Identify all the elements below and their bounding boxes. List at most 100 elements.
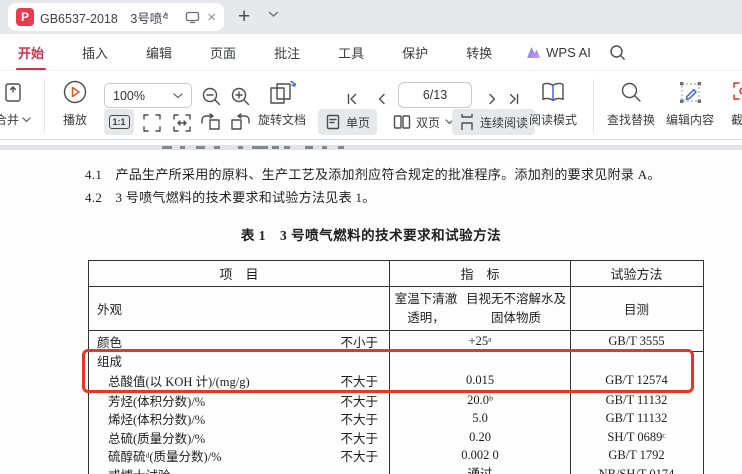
find-replace-button[interactable]: 查找替换 — [601, 78, 661, 128]
table-row: 组成 — [89, 352, 703, 369]
menu-item-edit[interactable]: 编辑 — [142, 41, 176, 64]
table-body: 外观 室温下清澈透明， 目视无不溶解水及固体物质 目测 颜色 不小于 +25ᵃ GB… — [89, 287, 703, 474]
edit-content-button[interactable]: 编辑内容 — [660, 78, 720, 128]
cell-indicator: 20.0ᵇ — [390, 391, 571, 410]
cell-item: 外观 — [97, 303, 123, 317]
header-method: 试验方法 — [610, 267, 663, 282]
screen-share-icon[interactable] — [185, 11, 200, 24]
table-row: 总硫(质量分数)/% 不大于 0.20 SH/T 0689ᶜ — [89, 428, 703, 447]
new-tab-button[interactable]: + — [238, 4, 250, 30]
cell-indicator: 通过 — [390, 465, 571, 474]
header-item: 项 目 — [89, 261, 390, 286]
prev-page-button[interactable] — [370, 87, 394, 111]
menu-item-page[interactable]: 页面 — [206, 41, 240, 64]
menu-item-comment[interactable]: 批注 — [270, 41, 304, 64]
cell-indicator: 0.20 — [390, 428, 571, 447]
paragraph-4-1: 4.1 产品生产所采用的原料、生产工艺及添加剂应符合规定的批准程序。添加剂的要求… — [85, 167, 661, 182]
technical-requirements-table: 项 目 指 标 试验方法 外观 室温下清澈透明， 目视无不溶解水及固体物质 目测 … — [88, 260, 704, 474]
zoom-out-button[interactable] — [199, 84, 223, 108]
cell-qualifier: 不大于 — [340, 374, 378, 389]
cell-qualifier: 不大于 — [340, 394, 378, 409]
edit-content-icon — [679, 78, 702, 106]
zoom-in-button[interactable] — [228, 84, 252, 108]
wps-ai-button[interactable]: WPS AI — [526, 45, 591, 60]
menu-item-convert[interactable]: 转换 — [462, 41, 496, 64]
merge-button[interactable]: 合并 — [0, 78, 42, 128]
book-icon — [540, 78, 566, 106]
tab-title: GB6537-2018 3号喷气燃料 — [40, 11, 168, 26]
cell-qualifier: 不大于 — [340, 450, 378, 465]
clipped-text-remnant — [0, 145, 742, 150]
play-icon — [62, 78, 88, 106]
screenshot-button[interactable]: 截图 — [716, 78, 742, 128]
find-replace-icon — [619, 78, 643, 106]
table-row: 芳烃(体积分数)/% 不大于 20.0ᵇ GB/T 11132 — [89, 391, 703, 410]
cell-method: 目测 — [623, 303, 649, 317]
menu-item-tools[interactable]: 工具 — [334, 41, 368, 64]
cell-item: 硫醇硫ᵈ(质量分数)/% — [108, 450, 222, 465]
cell-method — [571, 352, 702, 369]
table-row: 硫醇硫ᵈ(质量分数)/% 不大于 0.002 0 GB/T 1792 — [89, 446, 703, 465]
cell-item: 颜色 — [97, 335, 123, 350]
cell-method: SH/T 0689ᶜ — [607, 429, 666, 444]
screenshot-icon — [732, 78, 742, 106]
menu-item-protect[interactable]: 保护 — [398, 41, 432, 64]
continuous-read-icon — [459, 114, 475, 130]
fit-page-button[interactable] — [140, 111, 164, 135]
first-page-button[interactable] — [340, 87, 364, 111]
cell-method: GB/T 1792 — [608, 448, 665, 463]
rotate-document-icon — [267, 78, 297, 106]
chevron-down-icon — [173, 92, 183, 98]
single-page-button[interactable]: 单页 — [318, 109, 378, 135]
cell-indicator: 室温下清澈透明， 目视无不溶解水及固体物质 — [390, 287, 571, 330]
cell-indicator: 0.002 0 — [390, 446, 571, 465]
document-area: 4.1 产品生产所采用的原料、生产工艺及添加剂应符合规定的批准程序。添加剂的要求… — [0, 140, 742, 474]
cell-item: 或博士试验 — [108, 465, 171, 474]
cell-indicator: 0.015 — [390, 369, 571, 391]
single-page-icon — [325, 114, 341, 130]
header-indicator: 指 标 — [390, 261, 571, 286]
cell-item: 组成 — [97, 355, 123, 369]
table-row: 或博士试验 通过 NB/SH/T 0174 — [89, 465, 703, 474]
table-row: 颜色 不小于 +25ᵃ GB/T 3555 — [89, 331, 703, 352]
cell-item: 烯烃(体积分数)/% — [108, 413, 206, 428]
double-page-button[interactable]: 双页 — [386, 109, 461, 135]
page-number-input[interactable]: 6/13 — [398, 82, 472, 108]
wps-pdf-window: P GB6537-2018 3号喷气燃料 × + 开始 插入 编辑 页面 批注 工具 保护 转… — [0, 0, 742, 474]
cell-method: GB/T 3555 — [608, 333, 665, 348]
document-tab[interactable]: P GB6537-2018 3号喷气燃料 × — [8, 3, 224, 31]
cell-method: GB/T 12574 — [605, 372, 668, 387]
continuous-read-button[interactable]: 连续阅读 — [452, 109, 536, 135]
merge-icon — [3, 78, 23, 106]
rotate-right-button[interactable] — [228, 111, 252, 135]
zoom-level-select[interactable]: 100% — [104, 83, 192, 108]
one-to-one-icon: 1:1 — [108, 114, 130, 130]
last-page-button[interactable] — [502, 87, 526, 111]
menu-item-home[interactable]: 开始 — [14, 41, 48, 71]
actual-size-button[interactable]: 1:1 — [104, 109, 134, 135]
rotate-left-button[interactable] — [199, 111, 223, 135]
menu-item-insert[interactable]: 插入 — [78, 41, 112, 64]
table-row: 外观 室温下清澈透明， 目视无不溶解水及固体物质 目测 — [89, 287, 703, 331]
fit-width-button[interactable] — [170, 111, 194, 135]
tab-list-chevron-icon[interactable] — [268, 11, 279, 18]
table-row: 烯烃(体积分数)/% 不大于 5.0 GB/T 11132 — [89, 409, 703, 428]
next-page-button[interactable] — [480, 87, 504, 111]
cell-indicator: 5.0 — [390, 409, 571, 428]
tab-close-icon[interactable]: × — [207, 10, 216, 25]
cell-indicator: +25ᵃ — [390, 331, 571, 351]
toolbar: 合并 播放 100% 1:1 旋转文档 6/13 单页 双页 连续阅读 阅读模式… — [0, 70, 742, 140]
rotate-document-button[interactable]: 旋转文档 — [250, 78, 314, 128]
paragraph-4-2: 4.2 3 号喷气燃料的技术要求和试验方法见表 1。 — [85, 190, 376, 205]
table-title: 表 1 3 号喷气燃料的技术要求和试验方法 — [240, 228, 502, 243]
cell-indicator — [390, 352, 571, 369]
cell-method: NB/SH/T 0174 — [598, 467, 675, 474]
double-page-icon — [393, 114, 411, 130]
menu-search-icon[interactable] — [609, 44, 626, 61]
play-button[interactable]: 播放 — [52, 78, 98, 128]
cell-qualifier: 不大于 — [340, 413, 378, 428]
tab-bar: P GB6537-2018 3号喷气燃料 × + — [0, 0, 742, 34]
wps-ai-label: WPS AI — [546, 44, 591, 60]
read-mode-button[interactable]: 阅读模式 — [524, 78, 582, 128]
cell-item: 总酸值(以 KOH 计)/(mg/g) — [108, 374, 250, 389]
